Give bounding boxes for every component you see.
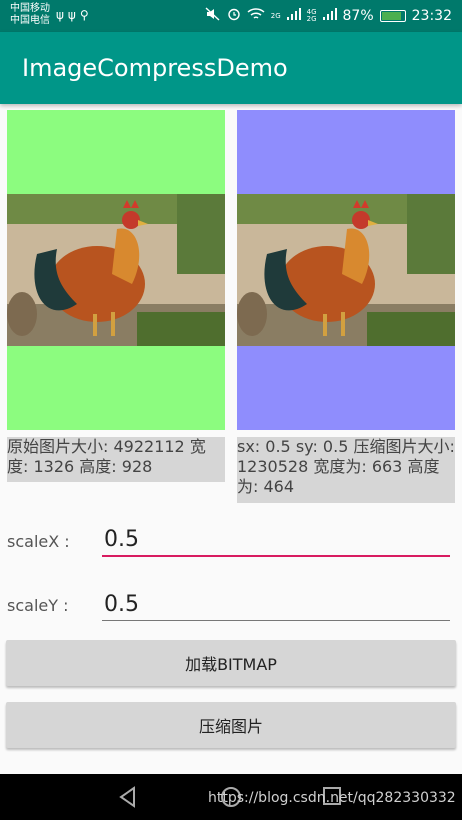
status-right: 2G 4G 2G 87% 23:32	[205, 7, 452, 25]
wifi-icon	[247, 7, 265, 25]
load-bitmap-label: 加载BITMAP	[185, 655, 277, 674]
clock: 23:32	[411, 8, 452, 24]
compressed-rooster-image	[237, 194, 455, 346]
signal-icon-1: 2G	[270, 12, 281, 20]
scale-y-label: scaleY :	[7, 596, 69, 615]
load-bitmap-button[interactable]: 加载BITMAP	[6, 640, 456, 686]
signal-icon-2: 4G 2G	[306, 8, 317, 23]
carrier-line-1: 中国移动	[10, 3, 50, 14]
scale-x-underline	[102, 555, 450, 557]
compressed-image-panel	[237, 110, 455, 430]
battery-fill	[381, 12, 401, 20]
compress-label: 压缩图片	[198, 717, 263, 736]
search-icon: ⚲	[79, 8, 89, 22]
usb-debug-icon: ψ	[67, 8, 76, 22]
scale-y-input[interactable]	[102, 590, 454, 618]
app-bar: ImageCompressDemo	[0, 32, 462, 104]
original-rooster-image	[7, 194, 225, 346]
scale-x-input[interactable]	[102, 525, 454, 553]
compressed-image-info: sx: 0.5 sy: 0.5 压缩图片大小: 1230528 宽度为: 663…	[237, 437, 455, 503]
carrier-info: 中国移动 中国电信	[10, 3, 50, 27]
battery-icon	[379, 10, 406, 22]
original-image-info: 原始图片大小: 4922112 宽度: 1326 高度: 928	[7, 437, 225, 482]
carrier-line-2: 中国电信	[10, 15, 50, 26]
usb-icon: ψ	[56, 8, 64, 22]
mute-icon	[205, 7, 221, 25]
watermark: https://blog.csdn.net/qq282330332	[208, 790, 456, 806]
scale-y-underline	[102, 620, 450, 621]
navigation-bar: https://blog.csdn.net/qq282330332	[0, 774, 462, 820]
battery-percent: 87%	[342, 8, 374, 24]
original-image-panel	[7, 110, 225, 430]
back-icon[interactable]	[118, 786, 138, 808]
app-title: ImageCompressDemo	[22, 54, 288, 82]
status-bar: 中国移动 中国电信 ψ ψ ⚲ 2G 4G 2G 87% 23:32	[0, 0, 462, 32]
scale-x-label: scaleX :	[7, 532, 70, 551]
compress-button[interactable]: 压缩图片	[6, 702, 456, 748]
alarm-icon	[227, 7, 241, 25]
signal-bars-icon-2	[322, 8, 337, 24]
notification-icons: ψ ψ ⚲	[56, 8, 89, 22]
signal-bars-icon-1	[286, 8, 301, 24]
